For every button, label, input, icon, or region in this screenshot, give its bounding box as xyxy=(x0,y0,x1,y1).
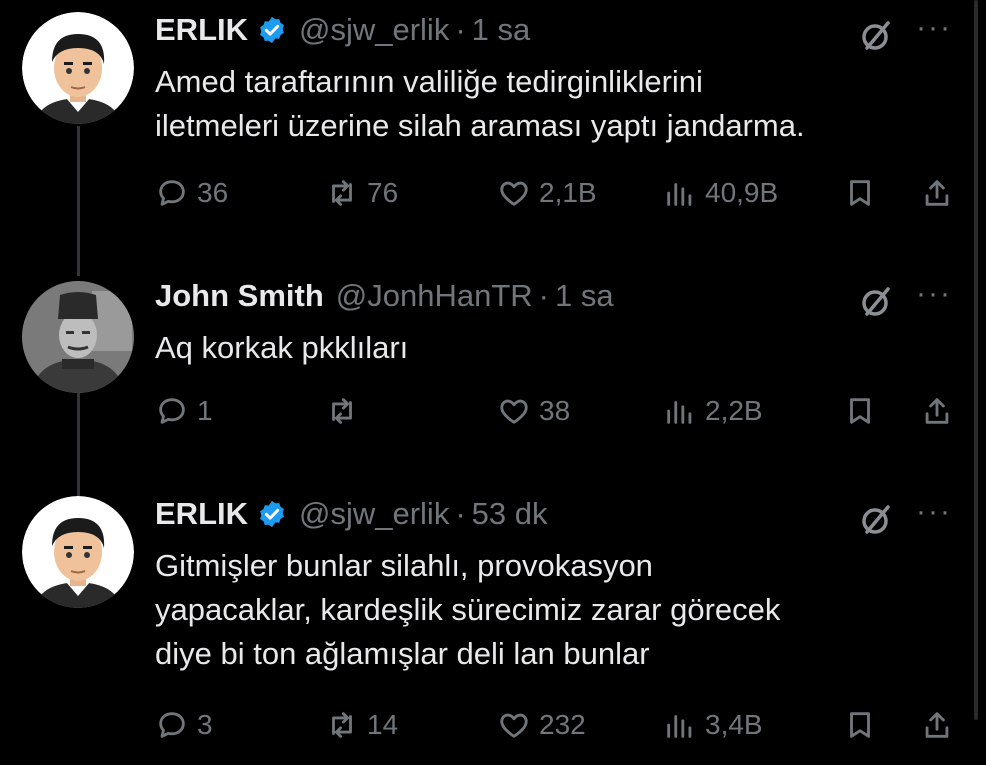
repost-icon xyxy=(332,712,352,738)
more-icon[interactable]: ··· xyxy=(916,13,952,43)
avatar[interactable] xyxy=(22,496,134,608)
like-count: 232 xyxy=(539,709,586,740)
share-icon xyxy=(925,712,949,738)
handle[interactable]: @JonhHanTR xyxy=(336,278,533,314)
like-button[interactable]: 2,1B xyxy=(497,176,597,210)
display-name[interactable]: John Smith xyxy=(155,278,324,314)
like-icon xyxy=(500,713,528,738)
tweet-text: Aq korkak pkklıları xyxy=(155,326,955,370)
tweet-actions: 3 14 232 3,4B xyxy=(155,708,965,748)
reply-button[interactable]: 1 xyxy=(155,394,213,428)
more-icon[interactable]: ··· xyxy=(916,497,952,527)
views-button[interactable]: 3,4B xyxy=(663,708,763,742)
views-button[interactable]: 2,2B xyxy=(663,394,763,428)
reply-count: 1 xyxy=(197,395,213,426)
bookmark-button[interactable] xyxy=(843,708,885,742)
share-button[interactable] xyxy=(920,394,962,428)
tweet-header: ERLIK @sjw_erlik · 53 dk xyxy=(155,496,548,532)
separator-dot: · xyxy=(455,12,466,47)
share-button[interactable] xyxy=(920,176,962,210)
reply-icon xyxy=(159,180,185,206)
repost-button[interactable]: 14 xyxy=(325,708,398,742)
bookmark-icon xyxy=(850,712,870,738)
bookmark-icon xyxy=(850,398,870,424)
share-icon xyxy=(925,398,949,424)
like-icon xyxy=(500,399,528,424)
handle[interactable]: @sjw_erlik xyxy=(299,12,449,48)
display-name[interactable]: ERLIK xyxy=(155,496,248,532)
like-count: 2,1B xyxy=(539,177,597,208)
verified-badge-icon xyxy=(260,16,284,44)
reply-count: 3 xyxy=(197,709,213,740)
tweet-actions: 36 76 2,1B 40,9B xyxy=(155,176,965,216)
views-count: 2,2B xyxy=(705,395,763,426)
separator-dot: · xyxy=(455,496,466,531)
views-count: 40,9B xyxy=(705,177,779,208)
tweet-text: Gitmişler bunlar silahlı, provokasyon ya… xyxy=(155,544,955,676)
bookmark-icon xyxy=(850,180,870,206)
tweet-text-line: Gitmişler bunlar silahlı, provokasyon xyxy=(155,548,653,583)
timestamp[interactable]: 1 sa xyxy=(555,278,614,314)
separator-dot: · xyxy=(538,278,549,313)
timestamp[interactable]: 1 sa xyxy=(472,12,531,48)
reply-button[interactable]: 36 xyxy=(155,176,228,210)
repost-button[interactable] xyxy=(325,394,367,428)
tweet[interactable]: ERLIK @sjw_erlik · 53 dk ··· Gitmişler b… xyxy=(0,496,970,756)
scrollbar[interactable] xyxy=(974,0,978,720)
views-button[interactable]: 40,9B xyxy=(663,176,778,210)
tweet-text-line: Aq korkak pkklıları xyxy=(155,330,409,365)
reply-count: 36 xyxy=(197,177,229,208)
avatar[interactable] xyxy=(22,281,134,393)
views-icon xyxy=(667,715,692,738)
tweet-text-line: Amed taraftarının valiliğe tedirginlikle… xyxy=(155,64,703,99)
more-icon[interactable]: ··· xyxy=(916,279,952,309)
views-count: 3,4B xyxy=(705,709,763,740)
tweet[interactable]: John Smith @JonhHanTR · 1 sa ··· Aq kork… xyxy=(0,278,970,438)
repost-count: 14 xyxy=(367,709,399,740)
bookmark-button[interactable] xyxy=(843,176,885,210)
tweet-text: Amed taraftarının valiliğe tedirginlikle… xyxy=(155,60,955,148)
avatar[interactable] xyxy=(22,12,134,124)
tweet-header: John Smith @JonhHanTR · 1 sa xyxy=(155,278,614,314)
grok-icon[interactable] xyxy=(858,18,894,54)
reply-icon xyxy=(159,398,185,424)
like-button[interactable]: 232 xyxy=(497,708,586,742)
grok-icon[interactable] xyxy=(858,502,894,538)
timestamp[interactable]: 53 dk xyxy=(472,496,548,532)
tweet-text-line: iletmeleri üzerine silah araması yaptı j… xyxy=(155,108,805,143)
tweet-actions: 1 38 2,2B xyxy=(155,394,965,434)
like-count: 38 xyxy=(539,395,571,426)
like-button[interactable]: 38 xyxy=(497,394,570,428)
bookmark-button[interactable] xyxy=(843,394,885,428)
repost-icon xyxy=(332,180,352,206)
reply-button[interactable]: 3 xyxy=(155,708,213,742)
grok-icon[interactable] xyxy=(858,284,894,320)
tweet-text-line: diye bi ton ağlamışlar deli lan bunlar xyxy=(155,636,650,671)
share-icon xyxy=(925,180,949,206)
handle[interactable]: @sjw_erlik xyxy=(299,496,449,532)
views-icon xyxy=(667,183,692,206)
share-button[interactable] xyxy=(920,708,962,742)
verified-badge-icon xyxy=(260,500,284,528)
display-name[interactable]: ERLIK xyxy=(155,12,248,48)
repost-button[interactable]: 76 xyxy=(325,176,398,210)
tweet-text-line: yapacaklar, kardeşlik sürecimiz zarar gö… xyxy=(155,592,781,627)
repost-count: 76 xyxy=(367,177,399,208)
tweet-header: ERLIK @sjw_erlik · 1 sa xyxy=(155,12,530,48)
reply-icon xyxy=(159,712,185,738)
views-icon xyxy=(667,401,692,424)
tweet[interactable]: ERLIK @sjw_erlik · 1 sa ··· Amed tarafta… xyxy=(0,12,970,222)
repost-icon xyxy=(332,398,352,424)
like-icon xyxy=(500,181,528,206)
